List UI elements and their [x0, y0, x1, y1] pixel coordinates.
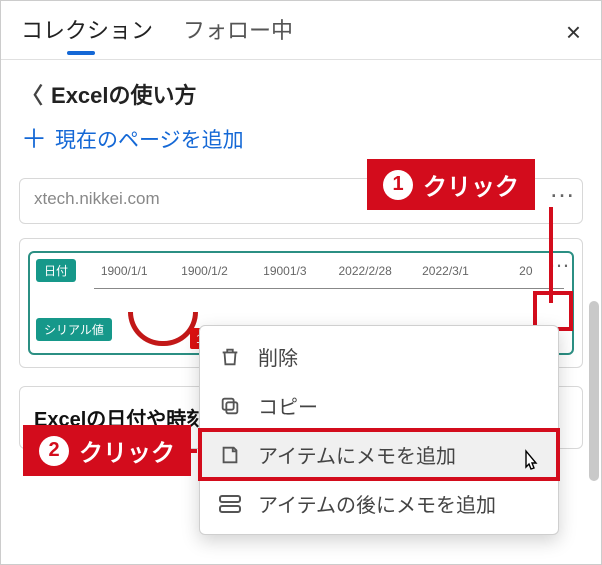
collection-title: Excelの使い方	[51, 78, 197, 110]
arc-graphic	[128, 312, 198, 346]
cursor-icon	[520, 449, 540, 473]
menu-item-copy[interactable]: コピー	[200, 381, 558, 430]
tab-following[interactable]: フォロー中	[183, 13, 293, 51]
add-current-page-button[interactable]: ＋ 現在のページを追加	[21, 124, 581, 154]
item-domain: xtech.nikkei.com	[34, 189, 160, 208]
note-icon	[216, 444, 244, 466]
tab-collections[interactable]: コレクション	[21, 13, 153, 51]
menu-item-delete[interactable]: 削除	[200, 332, 558, 381]
annotation-connector	[549, 207, 553, 303]
annotation-callout: 1 クリック	[367, 159, 535, 210]
plus-icon: ＋	[21, 126, 47, 152]
context-menu: 削除 コピー アイテムにメモを追加 アイテムの後にメモを追加	[199, 325, 559, 535]
callout-number: 2	[39, 436, 69, 466]
add-page-label: 現在のページを追加	[55, 124, 244, 154]
back-button[interactable]: 〈 Excelの使い方	[21, 78, 581, 110]
insert-after-icon	[216, 494, 244, 514]
menu-item-label: コピー	[258, 391, 318, 420]
menu-item-add-note-after-item[interactable]: アイテムの後にメモを追加	[200, 479, 558, 528]
menu-item-add-note-to-item[interactable]: アイテムにメモを追加	[200, 430, 558, 479]
menu-item-label: アイテムの後にメモを追加	[258, 489, 496, 518]
callout-number: 1	[383, 170, 413, 200]
chart-row-label: 日付	[36, 259, 76, 282]
callout-text: クリック	[79, 433, 175, 468]
callout-text: クリック	[423, 167, 519, 202]
collection-subheader: 〈 Excelの使い方 ＋ 現在のページを追加	[1, 60, 601, 172]
chart-tick: 2022/3/1	[405, 264, 485, 278]
chart-tick: 1900/1/1	[84, 264, 164, 278]
chart-tick: 2022/2/28	[325, 264, 405, 278]
trash-icon	[216, 346, 244, 368]
chevron-left-icon: 〈	[21, 78, 43, 110]
collection-more-button[interactable]: …	[549, 173, 577, 204]
chart-tick: 19001/3	[245, 264, 325, 278]
close-icon[interactable]: ×	[566, 19, 581, 45]
panel-header: コレクション フォロー中 ×	[1, 1, 601, 60]
scrollbar-thumb[interactable]	[589, 301, 599, 481]
menu-item-label: アイテムにメモを追加	[258, 440, 456, 469]
annotation-callout: 2 クリック	[23, 425, 191, 476]
chart-row-label: シリアル値	[36, 318, 112, 341]
copy-icon	[216, 395, 244, 417]
menu-item-label: 削除	[258, 342, 298, 371]
chart-tick: 1900/1/2	[164, 264, 244, 278]
